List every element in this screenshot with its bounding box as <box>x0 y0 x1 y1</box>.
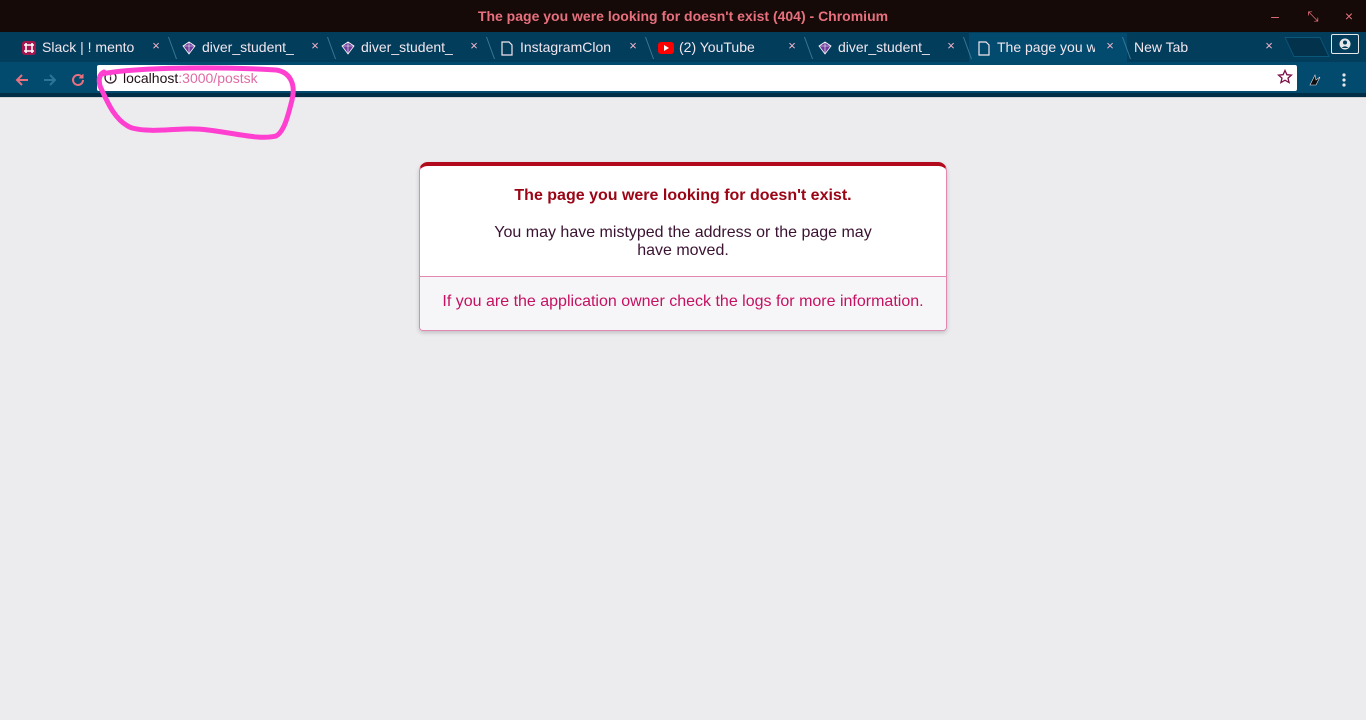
tab-close-button[interactable]: × <box>626 38 640 53</box>
tab-active-404[interactable]: The page you w × <box>969 33 1127 62</box>
error-message: You may have mistyped the address or the… <box>494 224 872 259</box>
tab-dev-2[interactable]: diver_student_ × <box>333 33 491 62</box>
error-heading: The page you were looking for doesn't ex… <box>514 187 852 204</box>
minimize-button[interactable]: – <box>1265 6 1285 26</box>
youtube-icon <box>658 40 674 56</box>
close-window-button[interactable]: × <box>1339 6 1359 26</box>
tab-label: (2) YouTube <box>679 39 755 55</box>
window-title: The page you were looking for doesn't ex… <box>477 8 889 24</box>
tab-label: diver_student_ <box>202 39 294 55</box>
address-bar[interactable]: localhost:3000/postsk <box>97 65 1297 91</box>
slack-icon <box>21 40 37 56</box>
tab-instagram-clone[interactable]: InstagramClon × <box>492 33 650 62</box>
tab-new-tab[interactable]: New Tab × <box>1128 33 1286 62</box>
tab-label: Slack | ! mento <box>42 39 135 55</box>
content-divider <box>0 97 1366 98</box>
tab-slack[interactable]: Slack | ! mento × <box>14 33 174 62</box>
reload-icon[interactable] <box>65 67 91 93</box>
tab-strip: Slack | ! mento × diver_student_ × diver… <box>0 32 1366 62</box>
forward-arrow-icon[interactable] <box>37 67 63 93</box>
tab-label: The page you w <box>997 39 1095 55</box>
tab-label: New Tab <box>1134 39 1189 55</box>
tab-close-button[interactable]: × <box>1262 38 1276 53</box>
bookmark-star-icon[interactable] <box>1276 68 1294 90</box>
tab-label: InstagramClon <box>520 39 612 55</box>
tab-dev-1[interactable]: diver_student_ × <box>174 33 332 62</box>
back-arrow-icon[interactable] <box>9 67 35 93</box>
owner-hint-text: If you are the application owner check t… <box>442 293 924 310</box>
profile-icon[interactable] <box>1331 34 1359 54</box>
extension-icon[interactable] <box>1302 67 1328 93</box>
dev-icon <box>181 40 197 56</box>
url-path: :3000/postsk <box>178 70 258 86</box>
tab-close-button[interactable]: × <box>149 38 163 53</box>
tab-dev-3[interactable]: diver_student_ × <box>810 33 968 62</box>
info-icon[interactable] <box>104 71 117 89</box>
tab-close-button[interactable]: × <box>467 38 481 53</box>
document-icon <box>976 40 992 56</box>
restore-button[interactable]: ⤡ <box>1303 6 1323 26</box>
tab-close-button[interactable]: × <box>308 38 322 53</box>
error-card: The page you were looking for doesn't ex… <box>419 162 947 331</box>
url-text: localhost:3000/postsk <box>123 70 258 86</box>
title-bar: The page you were looking for doesn't ex… <box>0 0 1366 32</box>
tab-close-button[interactable]: × <box>1103 38 1117 53</box>
tab-label: diver_student_ <box>361 39 453 55</box>
tab-close-button[interactable]: × <box>944 38 958 53</box>
tab-youtube[interactable]: (2) YouTube × <box>651 33 809 62</box>
url-host: localhost <box>123 70 179 86</box>
menu-kebab-icon[interactable] <box>1331 67 1357 93</box>
dev-icon <box>817 40 833 56</box>
tab-label: diver_student_ <box>838 39 930 55</box>
dev-icon <box>340 40 356 56</box>
tab-close-button[interactable]: × <box>785 38 799 53</box>
document-icon <box>499 40 515 56</box>
error-footer: If you are the application owner check t… <box>420 276 946 330</box>
